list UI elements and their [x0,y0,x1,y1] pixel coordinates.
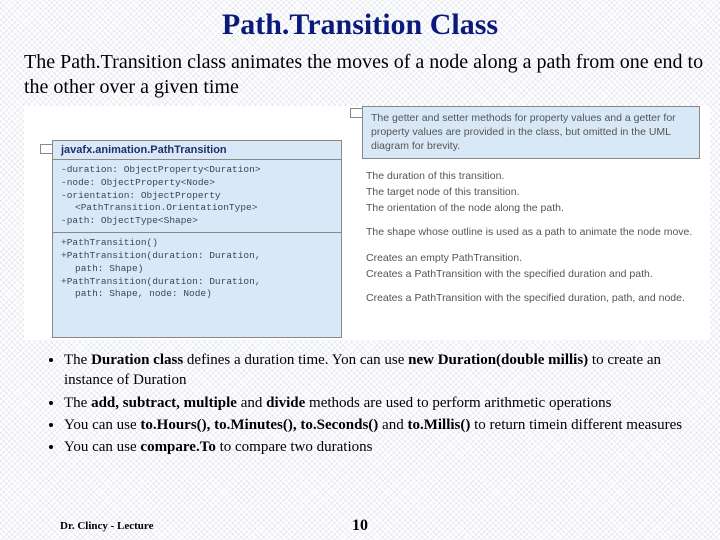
footer-lecture: Dr. Clincy - Lecture [60,520,153,532]
text-bold: to.Hours(), to.Minutes(), to.Seconds() [140,417,378,433]
uml-diagram-area: javafx.animation.PathTransition -duratio… [24,106,710,340]
text: to compare two durations [216,439,373,455]
text: The [64,395,91,411]
text-bold: to.Millis() [407,417,470,433]
uml-attr: -node: ObjectProperty<Node> [61,177,215,188]
text: to return timein different measures [470,417,682,433]
uml-desc: Creates an empty PathTransition. [362,250,700,266]
uml-class-header: javafx.animation.PathTransition [53,141,341,160]
uml-desc: The duration of this transition. [362,168,700,184]
bullet-item: The add, subtract, multiple and divide m… [64,393,690,413]
uml-desc: The target node of this transition. [362,184,700,200]
uml-ctor: path: Shape, node: Node) [61,288,333,301]
slide-title: Path.Transition Class [0,8,720,42]
uml-ctor: +PathTransition() [61,237,158,248]
text: You can use [64,417,140,433]
text: You can use [64,439,140,455]
uml-ctor: +PathTransition(duration: Duration, [61,276,261,287]
uml-desc: The shape whose outline is used as a pat… [362,224,700,240]
uml-attr: -path: ObjectType<Shape> [61,215,198,226]
bullet-list: The Duration class defines a duration ti… [24,350,690,457]
uml-desc: Creates a PathTransition with the specif… [362,266,700,282]
uml-description-column: The duration of this transition. The tar… [362,168,700,306]
text: defines a duration time. Yon can use [183,352,408,368]
footer: Dr. Clincy - Lecture 10 [0,520,720,532]
uml-desc: The orientation of the node along the pa… [362,200,700,216]
text: and [378,417,407,433]
uml-class-body: -duration: ObjectProperty<Duration> -nod… [53,160,341,305]
uml-desc: Creates a PathTransition with the specif… [362,290,700,306]
text: and [237,395,266,411]
bullet-item: The Duration class defines a duration ti… [64,350,690,391]
text: methods are used to perform arithmetic o… [305,395,611,411]
text: The [64,352,91,368]
bullet-item: You can use compare.To to compare two du… [64,437,690,457]
text-bold: compare.To [140,439,215,455]
uml-attr: <PathTransition.OrientationType> [61,202,333,215]
uml-ctor: +PathTransition(duration: Duration, [61,250,261,261]
spacer [362,282,700,290]
spacer [362,216,700,224]
text-bold: Duration class [91,352,183,368]
page-number: 10 [352,517,368,535]
uml-note-box: The getter and setter methods for proper… [362,106,700,159]
text-bold: new Duration(double millis) [408,352,588,368]
slide: Path.Transition Class The Path.Transitio… [0,0,720,540]
uml-ctor: path: Shape) [61,263,333,276]
lead-paragraph: The Path.Transition class animates the m… [24,50,720,100]
text-bold: add, subtract, multiple [91,395,237,411]
text-bold: divide [266,395,305,411]
uml-attr: -orientation: ObjectProperty [61,190,221,201]
uml-attr: -duration: ObjectProperty<Duration> [61,164,261,175]
spacer [362,240,700,250]
uml-separator [53,232,341,233]
uml-class-box: javafx.animation.PathTransition -duratio… [52,140,342,338]
bullet-item: You can use to.Hours(), to.Minutes(), to… [64,415,690,435]
